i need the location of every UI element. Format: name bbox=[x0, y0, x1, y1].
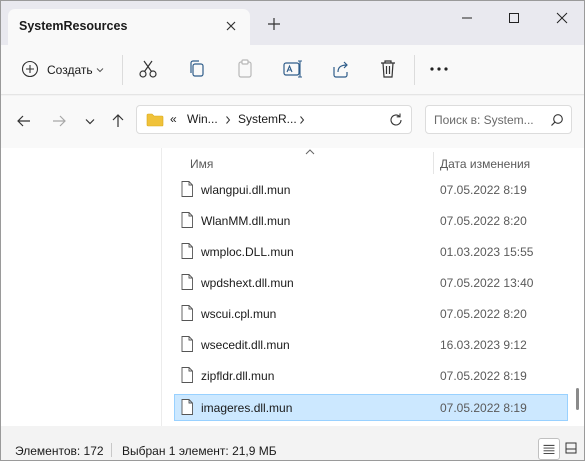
address-bar[interactable]: « Win... SystemR... bbox=[136, 105, 412, 134]
file-date: 01.03.2023 15:55 bbox=[440, 245, 534, 259]
share-icon[interactable] bbox=[329, 57, 353, 81]
file-name: wmploc.DLL.mun bbox=[201, 245, 294, 259]
file-row[interactable]: wmploc.DLL.mun 01.03.2023 15:55 bbox=[174, 238, 568, 265]
rename-icon[interactable] bbox=[281, 57, 305, 81]
toolbar-separator bbox=[414, 55, 415, 85]
breadcrumb-chevron-icon[interactable] bbox=[298, 115, 306, 125]
title-bar: SystemResources bbox=[1, 1, 584, 45]
file-name: zipfldr.dll.mun bbox=[201, 369, 275, 383]
column-date-header[interactable]: Дата изменения bbox=[440, 157, 530, 171]
create-label: Создать bbox=[47, 63, 93, 77]
item-count: Элементов: 172 bbox=[15, 444, 104, 458]
paste-icon[interactable] bbox=[233, 57, 257, 81]
up-arrow-icon[interactable] bbox=[108, 111, 128, 131]
file-icon bbox=[181, 367, 193, 383]
folder-icon bbox=[146, 113, 164, 127]
file-icon bbox=[181, 336, 193, 352]
plus-circle-icon bbox=[21, 60, 39, 78]
file-date: 07.05.2022 8:19 bbox=[440, 183, 527, 197]
search-icon[interactable] bbox=[550, 113, 564, 127]
file-name: wpdshext.dll.mun bbox=[201, 276, 294, 290]
pane-divider[interactable] bbox=[161, 148, 162, 426]
status-bar: Элементов: 172 Выбран 1 элемент: 21,9 МБ bbox=[1, 426, 584, 460]
selection-info: Выбран 1 элемент: 21,9 МБ bbox=[122, 444, 277, 458]
minimize-icon[interactable] bbox=[452, 7, 482, 29]
search-placeholder: Поиск в: System... bbox=[434, 113, 534, 127]
file-date: 07.05.2022 8:19 bbox=[440, 401, 527, 415]
breadcrumb-chevron-icon[interactable] bbox=[224, 115, 232, 125]
vertical-scrollbar[interactable] bbox=[573, 148, 583, 426]
file-icon bbox=[181, 243, 193, 259]
search-box[interactable]: Поиск в: System... bbox=[425, 105, 572, 134]
column-header: Имя Дата изменения bbox=[162, 148, 572, 178]
navigation-row: « Win... SystemR... Поиск в: System... bbox=[1, 96, 584, 148]
file-icon bbox=[181, 274, 193, 290]
file-row[interactable]: WlanMM.dll.mun 07.05.2022 8:20 bbox=[174, 207, 568, 234]
file-date: 16.03.2023 9:12 bbox=[440, 338, 527, 352]
file-name: wsecedit.dll.mun bbox=[201, 338, 290, 352]
close-tab-icon[interactable] bbox=[222, 17, 240, 35]
refresh-icon[interactable] bbox=[388, 112, 404, 128]
file-name: wlangpui.dll.mun bbox=[201, 183, 291, 197]
file-date: 07.05.2022 8:20 bbox=[440, 214, 527, 228]
tab-label: SystemResources bbox=[19, 19, 128, 33]
back-arrow-icon[interactable] bbox=[14, 111, 34, 131]
tab-system-resources[interactable]: SystemResources bbox=[8, 9, 250, 45]
tiles-view-icon[interactable] bbox=[561, 438, 583, 460]
status-divider bbox=[111, 443, 112, 457]
details-view-icon[interactable] bbox=[538, 438, 560, 460]
new-tab-icon[interactable] bbox=[265, 15, 283, 33]
chevron-down-icon bbox=[96, 68, 104, 73]
file-row-selected[interactable]: imageres.dll.mun 07.05.2022 8:19 bbox=[174, 394, 568, 421]
create-new-button[interactable]: Создать bbox=[15, 56, 109, 84]
file-explorer-window: SystemResources Создать « Win... SystemR… bbox=[0, 0, 585, 461]
scrollbar-thumb[interactable] bbox=[576, 388, 579, 410]
file-row[interactable]: zipfldr.dll.mun 07.05.2022 8:19 bbox=[174, 362, 568, 389]
more-options-icon[interactable] bbox=[428, 59, 450, 79]
copy-icon[interactable] bbox=[185, 57, 209, 81]
close-window-icon[interactable] bbox=[547, 7, 577, 29]
recent-locations-chevron-icon[interactable] bbox=[80, 111, 100, 131]
forward-arrow-icon[interactable] bbox=[49, 111, 69, 131]
file-name: wscui.cpl.mun bbox=[201, 307, 277, 321]
sort-ascending-icon bbox=[305, 149, 315, 155]
file-row[interactable]: wlangpui.dll.mun 07.05.2022 8:19 bbox=[174, 176, 568, 203]
file-icon bbox=[181, 181, 193, 197]
file-icon bbox=[181, 399, 193, 415]
file-date: 07.05.2022 13:40 bbox=[440, 276, 534, 290]
breadcrumb-overflow[interactable]: « bbox=[170, 112, 177, 126]
delete-icon[interactable] bbox=[376, 57, 400, 81]
toolbar-separator bbox=[122, 55, 123, 85]
maximize-icon[interactable] bbox=[499, 7, 529, 29]
cut-icon[interactable] bbox=[136, 57, 160, 81]
breadcrumb-segment[interactable]: SystemR... bbox=[238, 112, 297, 126]
content-area: Имя Дата изменения wlangpui.dll.mun 07.0… bbox=[1, 148, 584, 426]
file-date: 07.05.2022 8:20 bbox=[440, 307, 527, 321]
file-name: imageres.dll.mun bbox=[201, 401, 293, 415]
file-row[interactable]: wpdshext.dll.mun 07.05.2022 13:40 bbox=[174, 269, 568, 296]
file-icon bbox=[181, 305, 193, 321]
file-row[interactable]: wsecedit.dll.mun 16.03.2023 9:12 bbox=[174, 331, 568, 358]
file-date: 07.05.2022 8:19 bbox=[440, 369, 527, 383]
file-row[interactable]: wscui.cpl.mun 07.05.2022 8:20 bbox=[174, 300, 568, 327]
navigation-pane[interactable] bbox=[1, 148, 161, 426]
file-name: WlanMM.dll.mun bbox=[201, 214, 291, 228]
file-icon bbox=[181, 212, 193, 228]
command-bar: Создать bbox=[1, 45, 584, 95]
column-separator[interactable] bbox=[433, 152, 434, 174]
column-name-header[interactable]: Имя bbox=[190, 157, 213, 171]
breadcrumb-segment[interactable]: Win... bbox=[187, 112, 218, 126]
